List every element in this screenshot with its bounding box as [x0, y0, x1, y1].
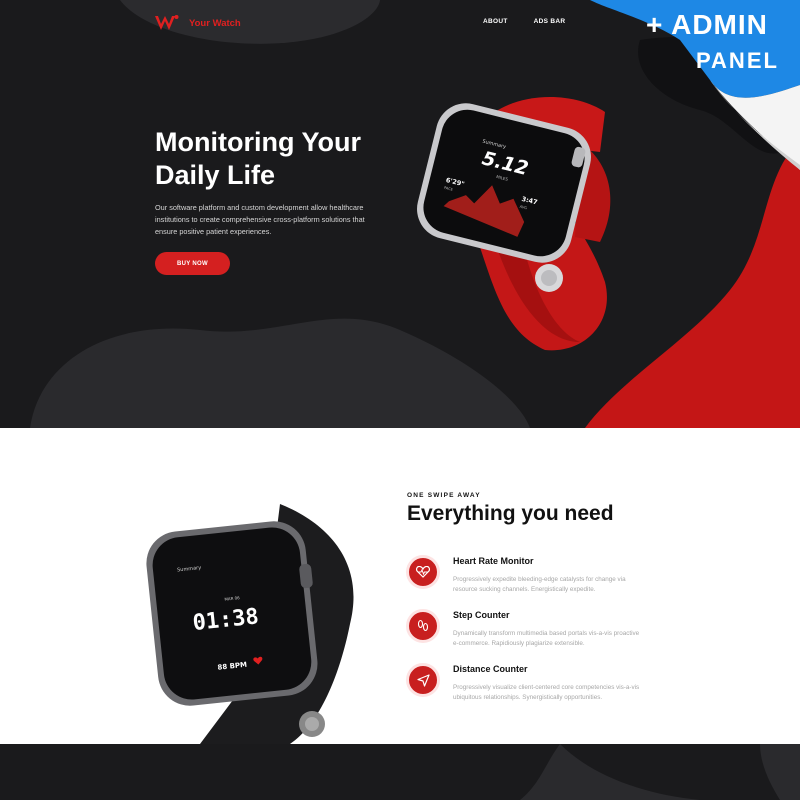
black-smartwatch-image: Summary MAR 06 01:38 88 BPM [146, 504, 354, 744]
brand-logo[interactable]: Your Watch [155, 14, 241, 32]
hero-description: Our software platform and custom develop… [155, 203, 365, 236]
heart-rate-icon [406, 555, 440, 589]
bottom-section-band [0, 744, 800, 800]
feature-description: Progressively expedite bleeding-edge cat… [453, 576, 626, 593]
logo-w-icon [155, 15, 179, 30]
nav-item-about[interactable]: ABOUT [483, 18, 508, 25]
brand-name: Your Watch [189, 17, 241, 29]
feature-description: Dynamically transform multimedia based p… [453, 630, 640, 647]
admin-badge-line1: + ADMIN [646, 9, 768, 40]
feature-heart-rate: Heart Rate Monitor Progressively expedit… [406, 555, 646, 601]
buy-now-button[interactable]: BUY NOW [155, 252, 230, 275]
admin-badge-line2: PANEL [696, 48, 779, 73]
feature-distance-counter: Distance Counter Progressively visualize… [406, 663, 646, 709]
feature-title: Distance Counter [453, 664, 528, 674]
footsteps-icon [406, 609, 440, 643]
feature-title: Heart Rate Monitor [453, 556, 534, 566]
features-section: Summary MAR 06 01:38 88 BPM ONE SWIPE AW… [0, 428, 800, 744]
top-nav: ABOUT ADS BAR [483, 18, 565, 25]
feature-description: Progressively visualize client-centered … [453, 684, 640, 701]
bottom-background-shapes [520, 744, 800, 800]
section-eyebrow: ONE SWIPE AWAY [407, 492, 481, 499]
navigation-arrow-icon [406, 663, 440, 697]
hero-title: Monitoring Your Daily Life [155, 127, 361, 190]
section-title: Everything you need [407, 502, 614, 525]
nav-item-ads-bar[interactable]: ADS BAR [534, 18, 566, 25]
feature-step-counter: Step Counter Dynamically transform multi… [406, 609, 646, 655]
feature-title: Step Counter [453, 610, 510, 620]
